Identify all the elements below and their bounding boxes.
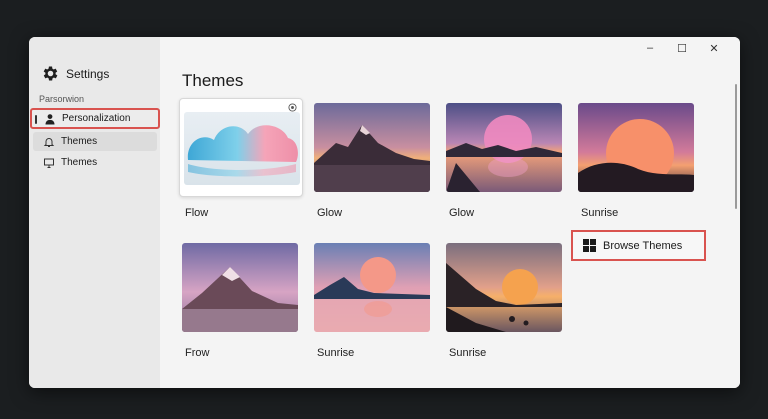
sidebar-item-label: Themes: [61, 157, 98, 168]
sidebar-section-label: Parsorwion: [39, 94, 85, 104]
theme-thumbnail: [182, 243, 298, 332]
bell-icon: [43, 136, 55, 148]
theme-label: Sunrise: [449, 347, 487, 359]
browse-themes-button[interactable]: Browse Themes: [571, 230, 706, 261]
sidebar-item-personalization[interactable]: Personalization: [30, 108, 160, 129]
minimize-button[interactable]: –: [634, 40, 666, 56]
theme-tile-sunrise-hill[interactable]: Sunrise: [578, 103, 696, 219]
gear-icon: [43, 66, 58, 81]
main-content: – ☐ ✕ Themes Flow Glow Glow Sunrise Frow…: [160, 37, 740, 388]
theme-label: Flow: [185, 207, 209, 219]
page-title: Themes: [182, 71, 244, 90]
theme-tile-glow-mountain[interactable]: Glow: [314, 103, 432, 219]
app-title-text: Settings: [66, 66, 110, 81]
theme-label: Sunrise: [317, 347, 355, 359]
window-controls: – ☐ ✕: [634, 40, 730, 56]
theme-tile-sunrise-coast[interactable]: Sunrise: [446, 243, 564, 359]
maximize-button[interactable]: ☐: [666, 40, 698, 56]
sidebar-item-label: Personalization: [62, 113, 131, 124]
theme-thumbnail: [184, 112, 300, 185]
monitor-icon: [43, 157, 55, 169]
theme-tile-flow[interactable]: Flow: [179, 98, 303, 219]
scrollbar[interactable]: [735, 84, 737, 209]
theme-thumbnail: [314, 103, 430, 192]
close-button[interactable]: ✕: [698, 40, 730, 56]
settings-window: Settings Parsorwion Personalization Them…: [29, 37, 740, 388]
theme-tile-glow-lake[interactable]: Glow: [446, 103, 564, 219]
sidebar-item-themes-display[interactable]: Themes: [33, 153, 157, 172]
theme-label: Glow: [449, 207, 475, 219]
theme-label: Sunrise: [581, 207, 619, 219]
theme-label: Glow: [317, 207, 343, 219]
theme-thumbnail: [578, 103, 694, 192]
radio-selected-icon: [288, 103, 297, 112]
person-icon: [44, 113, 56, 125]
theme-label: Frow: [185, 347, 210, 359]
selection-indicator: [35, 115, 37, 124]
windows-logo-icon: [583, 239, 596, 252]
theme-thumbnail: [446, 243, 562, 332]
sidebar-item-label: Themes: [61, 136, 98, 147]
theme-thumbnail: [314, 243, 430, 332]
sidebar: Settings Parsorwion Personalization Them…: [29, 37, 160, 388]
theme-tile-sunrise-lake[interactable]: Sunrise: [314, 243, 432, 359]
theme-thumbnail: [446, 103, 562, 192]
theme-tile-frow[interactable]: Frow: [182, 243, 300, 359]
app-title: Settings: [41, 64, 109, 83]
sidebar-item-themes[interactable]: Themes: [33, 132, 157, 151]
browse-themes-label: Browse Themes: [603, 239, 683, 252]
